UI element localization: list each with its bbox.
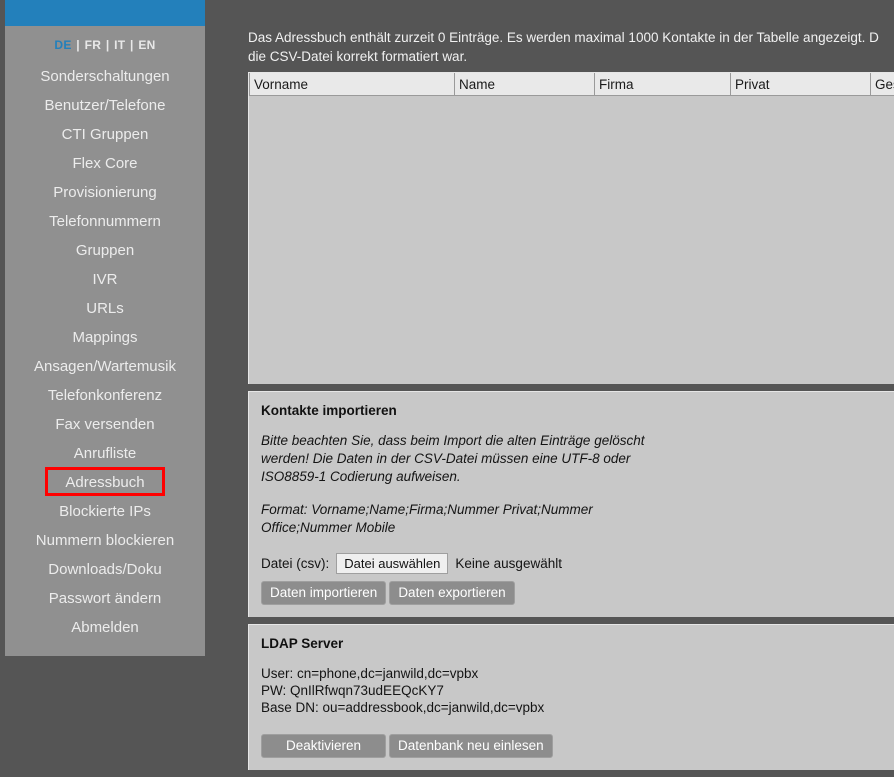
sidebar-item-sonderschaltungen[interactable]: Sonderschaltungen <box>5 62 205 91</box>
import-panel-title: Kontakte importieren <box>261 403 894 418</box>
language-option-it[interactable]: IT <box>114 38 125 52</box>
language-option-fr[interactable]: FR <box>85 38 102 52</box>
sidebar-item-cti-gruppen[interactable]: CTI Gruppen <box>5 120 205 149</box>
choose-file-button[interactable]: Datei auswählen <box>336 553 448 574</box>
language-separator: | <box>72 38 85 52</box>
sidebar-item-adressbuch[interactable]: Adressbuch <box>5 468 205 497</box>
sidebar-item-telefonkonferenz[interactable]: Telefonkonferenz <box>5 381 205 410</box>
column-header-ges[interactable]: Ges <box>871 73 894 96</box>
sidebar-item-ansagen-wartemusik[interactable]: Ansagen/Wartemusik <box>5 352 205 381</box>
language-option-en[interactable]: EN <box>138 38 155 52</box>
sidebar-nav: SonderschaltungenBenutzer/TelefoneCTI Gr… <box>5 62 205 642</box>
intro-line-2: die CSV-Datei korrekt formatiert war. <box>248 49 467 64</box>
column-header-firma[interactable]: Firma <box>595 73 731 96</box>
file-input-label: Datei (csv): <box>261 556 329 571</box>
language-switcher[interactable]: DE | FR | IT | EN <box>5 34 205 62</box>
export-data-button[interactable]: Daten exportieren <box>389 581 514 605</box>
sidebar-item-benutzer-telefone[interactable]: Benutzer/Telefone <box>5 91 205 120</box>
ldap-password-line: PW: QnIlRfwqn73udEEQcKY7 <box>261 682 894 699</box>
sidebar-panel: DE | FR | IT | EN SonderschaltungenBenut… <box>5 26 205 656</box>
contacts-table: VornameNameFirmaPrivatGes <box>249 73 894 96</box>
column-header-vorname[interactable]: Vorname <box>250 73 455 96</box>
import-data-button[interactable]: Daten importieren <box>261 581 386 605</box>
ldap-reload-db-button[interactable]: Datenbank neu einlesen <box>389 734 553 758</box>
column-header-name[interactable]: Name <box>455 73 595 96</box>
sidebar-item-ivr[interactable]: IVR <box>5 265 205 294</box>
ldap-deactivate-button[interactable]: Deaktivieren <box>261 734 386 758</box>
brand-header-bar <box>5 0 205 26</box>
sidebar-item-urls[interactable]: URLs <box>5 294 205 323</box>
language-option-de[interactable]: DE <box>54 38 71 52</box>
ldap-button-row: Deaktivieren Datenbank neu einlesen <box>261 734 894 758</box>
import-export-button-row: Daten importieren Daten exportieren <box>261 581 894 605</box>
ldap-basedn-line: Base DN: ou=addressbook,dc=janwild,dc=vp… <box>261 699 894 716</box>
sidebar-item-fax-versenden[interactable]: Fax versenden <box>5 410 205 439</box>
sidebar-item-provisionierung[interactable]: Provisionierung <box>5 178 205 207</box>
file-chooser-row: Datei (csv): Datei auswählen Keine ausge… <box>261 553 894 574</box>
sidebar: DE | FR | IT | EN SonderschaltungenBenut… <box>5 0 205 656</box>
main-content: Das Adressbuch enthält zurzeit 0 Einträg… <box>240 0 894 777</box>
sidebar-item-passwort-ndern[interactable]: Passwort ändern <box>5 584 205 613</box>
sidebar-item-nummern-blockieren[interactable]: Nummern blockieren <box>5 526 205 555</box>
import-format-note: Format: Vorname;Name;Firma;Nummer Privat… <box>261 501 661 537</box>
ldap-user-line: User: cn=phone,dc=janwild,dc=vpbx <box>261 665 894 682</box>
sidebar-item-anrufliste[interactable]: Anrufliste <box>5 439 205 468</box>
column-header-privat[interactable]: Privat <box>731 73 871 96</box>
contacts-table-header-row: VornameNameFirmaPrivatGes <box>250 73 894 96</box>
page-intro-text: Das Adressbuch enthält zurzeit 0 Einträg… <box>240 0 894 72</box>
import-warning-note: Bitte beachten Sie, dass beim Import die… <box>261 432 661 486</box>
sidebar-item-flex-core[interactable]: Flex Core <box>5 149 205 178</box>
import-contacts-panel: Kontakte importieren Bitte beachten Sie,… <box>248 391 894 617</box>
sidebar-item-mappings[interactable]: Mappings <box>5 323 205 352</box>
sidebar-item-telefonnummern[interactable]: Telefonnummern <box>5 207 205 236</box>
ldap-panel-title: LDAP Server <box>261 636 894 651</box>
ldap-server-panel: LDAP Server User: cn=phone,dc=janwild,dc… <box>248 624 894 770</box>
ldap-credentials: User: cn=phone,dc=janwild,dc=vpbx PW: Qn… <box>261 665 894 716</box>
sidebar-item-downloads-doku[interactable]: Downloads/Doku <box>5 555 205 584</box>
intro-line-1: Das Adressbuch enthält zurzeit 0 Einträg… <box>248 30 879 45</box>
file-selection-status: Keine ausgewählt <box>455 556 562 571</box>
sidebar-item-gruppen[interactable]: Gruppen <box>5 236 205 265</box>
language-separator: | <box>101 38 114 52</box>
sidebar-item-abmelden[interactable]: Abmelden <box>5 613 205 642</box>
contacts-table-panel: VornameNameFirmaPrivatGes <box>248 72 894 384</box>
language-separator: | <box>125 38 138 52</box>
sidebar-item-blockierte-ips[interactable]: Blockierte IPs <box>5 497 205 526</box>
